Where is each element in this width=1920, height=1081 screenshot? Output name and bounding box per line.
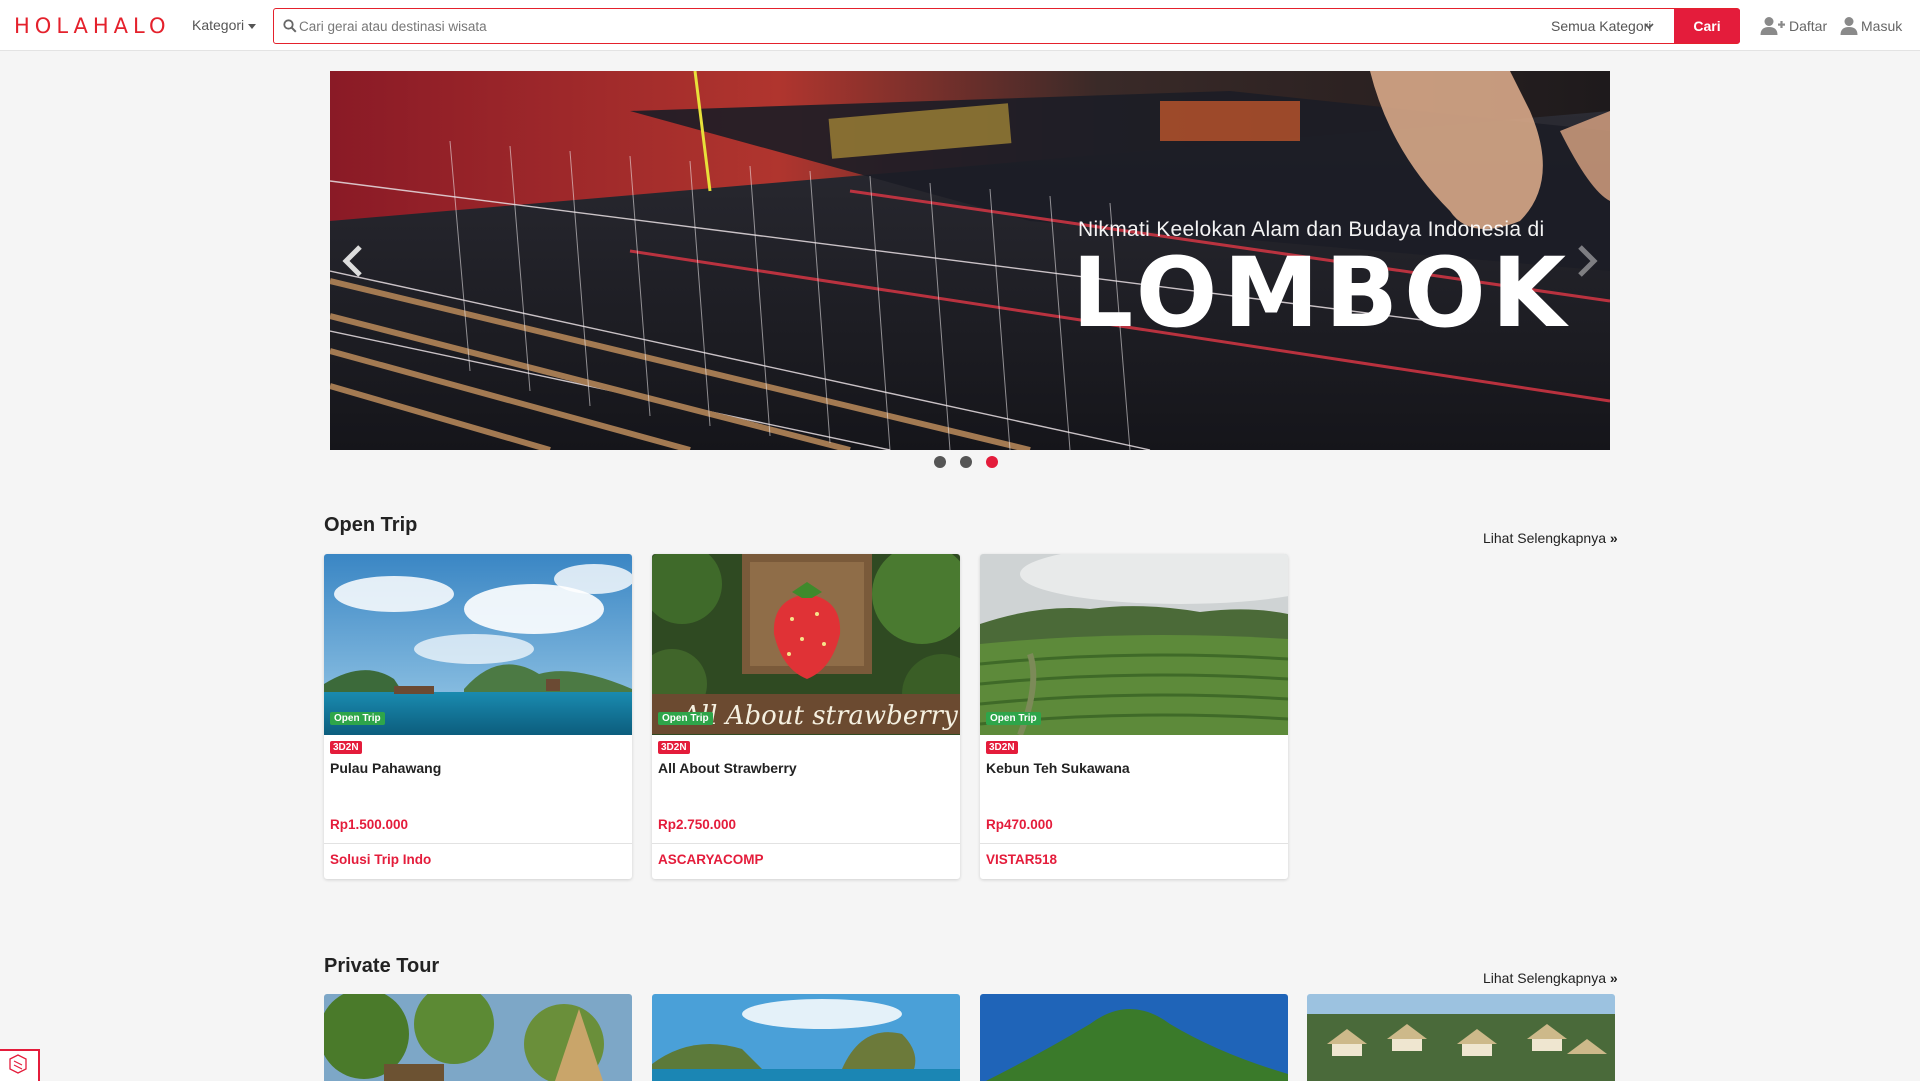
- trip-name[interactable]: Pulau Pahawang: [330, 760, 441, 776]
- duration-badge: 3D2N: [658, 741, 690, 754]
- tour-card[interactable]: [324, 994, 632, 1081]
- tour-card[interactable]: [652, 994, 960, 1081]
- trip-price: Rp2.750.000: [658, 817, 737, 832]
- caret-down-icon: [248, 23, 257, 29]
- island-photo: [324, 554, 632, 735]
- open-trip-badge: Open Trip: [986, 712, 1041, 725]
- holahalo-logo[interactable]: HOLAHALO: [14, 14, 171, 38]
- trip-price: Rp470.000: [986, 817, 1053, 832]
- kategori-label: Kategori: [192, 17, 245, 33]
- card-divider: [980, 843, 1288, 844]
- resort-photo: [324, 994, 632, 1081]
- kategori-dropdown[interactable]: Kategori: [192, 17, 257, 33]
- login-label: Masuk: [1861, 18, 1903, 34]
- trip-name[interactable]: Kebun Teh Sukawana: [986, 760, 1130, 776]
- tour-card[interactable]: [1307, 994, 1615, 1081]
- carousel-dot-1[interactable]: [934, 456, 946, 468]
- svg-text:All About strawberry: All About strawberry: [680, 701, 958, 731]
- laravel-logo-icon: [9, 1054, 27, 1074]
- beach-rock-photo: [652, 994, 960, 1081]
- see-more-label: Lihat Selengkapnya: [1483, 970, 1606, 986]
- card-image: All About strawberry: [652, 554, 960, 735]
- see-more-open-trip[interactable]: Lihat Selengkapnya »: [1483, 530, 1618, 546]
- see-more-label: Lihat Selengkapnya: [1483, 530, 1606, 546]
- user-icon: [1840, 17, 1858, 35]
- card-divider: [652, 843, 960, 844]
- section-title-open-trip: Open Trip: [324, 514, 418, 536]
- search-icon: [283, 19, 297, 33]
- trip-card[interactable]: Open Trip 3D2N Pulau Pahawang Rp1.500.00…: [324, 554, 632, 879]
- category-select[interactable]: Semua Kategori: [1549, 9, 1654, 43]
- debug-bar-icon[interactable]: [0, 1049, 40, 1081]
- card-image: [324, 554, 632, 735]
- vendor-name[interactable]: ASCARYACOMP: [658, 852, 764, 867]
- search-bar: Semua Kategori Cari: [273, 8, 1740, 44]
- search-button[interactable]: Cari: [1674, 9, 1740, 43]
- carousel-next-arrow[interactable]: [1572, 241, 1602, 281]
- double-chevron-right-icon: »: [1609, 530, 1618, 546]
- tea-plantation-photo: [980, 554, 1288, 735]
- login-link[interactable]: Masuk: [1840, 16, 1902, 36]
- user-plus-icon: [1760, 17, 1785, 35]
- banner-title: LOMBOK: [1072, 237, 1573, 349]
- search-input[interactable]: [297, 10, 1517, 42]
- carousel-indicators: [934, 456, 998, 468]
- category-select-value: Semua Kategori: [1551, 18, 1652, 34]
- top-navbar: HOLAHALO Kategori Semua Kategori Cari Da…: [0, 0, 1920, 51]
- vendor-name[interactable]: Solusi Trip Indo: [330, 852, 431, 867]
- register-link[interactable]: Daftar: [1760, 16, 1827, 36]
- open-trip-badge: Open Trip: [658, 712, 713, 725]
- vendor-name[interactable]: VISTAR518: [986, 852, 1057, 867]
- green-hill-photo: [980, 994, 1288, 1081]
- carousel-prev-arrow[interactable]: [338, 241, 368, 281]
- carousel-dot-3[interactable]: [986, 456, 998, 468]
- duration-badge: 3D2N: [330, 741, 362, 754]
- chevron-down-icon: [1644, 23, 1654, 30]
- trip-card[interactable]: Open Trip 3D2N Kebun Teh Sukawana Rp470.…: [980, 554, 1288, 879]
- strawberry-sign-photo: All About strawberry: [652, 554, 960, 735]
- hero-carousel[interactable]: Nikmati Keelokan Alam dan Budaya Indones…: [330, 71, 1610, 450]
- open-trip-badge: Open Trip: [330, 712, 385, 725]
- carousel-dot-2[interactable]: [960, 456, 972, 468]
- villa-resort-photo: [1307, 994, 1615, 1081]
- card-image: [980, 554, 1288, 735]
- trip-price: Rp1.500.000: [330, 817, 409, 832]
- register-label: Daftar: [1789, 18, 1828, 34]
- trip-card[interactable]: All About strawberry Open Trip 3D2N All …: [652, 554, 960, 879]
- section-title-private-tour: Private Tour: [324, 955, 440, 977]
- trip-name[interactable]: All About Strawberry: [658, 760, 797, 776]
- see-more-private-tour[interactable]: Lihat Selengkapnya »: [1483, 970, 1618, 986]
- card-divider: [324, 843, 632, 844]
- double-chevron-right-icon: »: [1609, 970, 1618, 986]
- duration-badge: 3D2N: [986, 741, 1018, 754]
- tour-card[interactable]: [980, 994, 1288, 1081]
